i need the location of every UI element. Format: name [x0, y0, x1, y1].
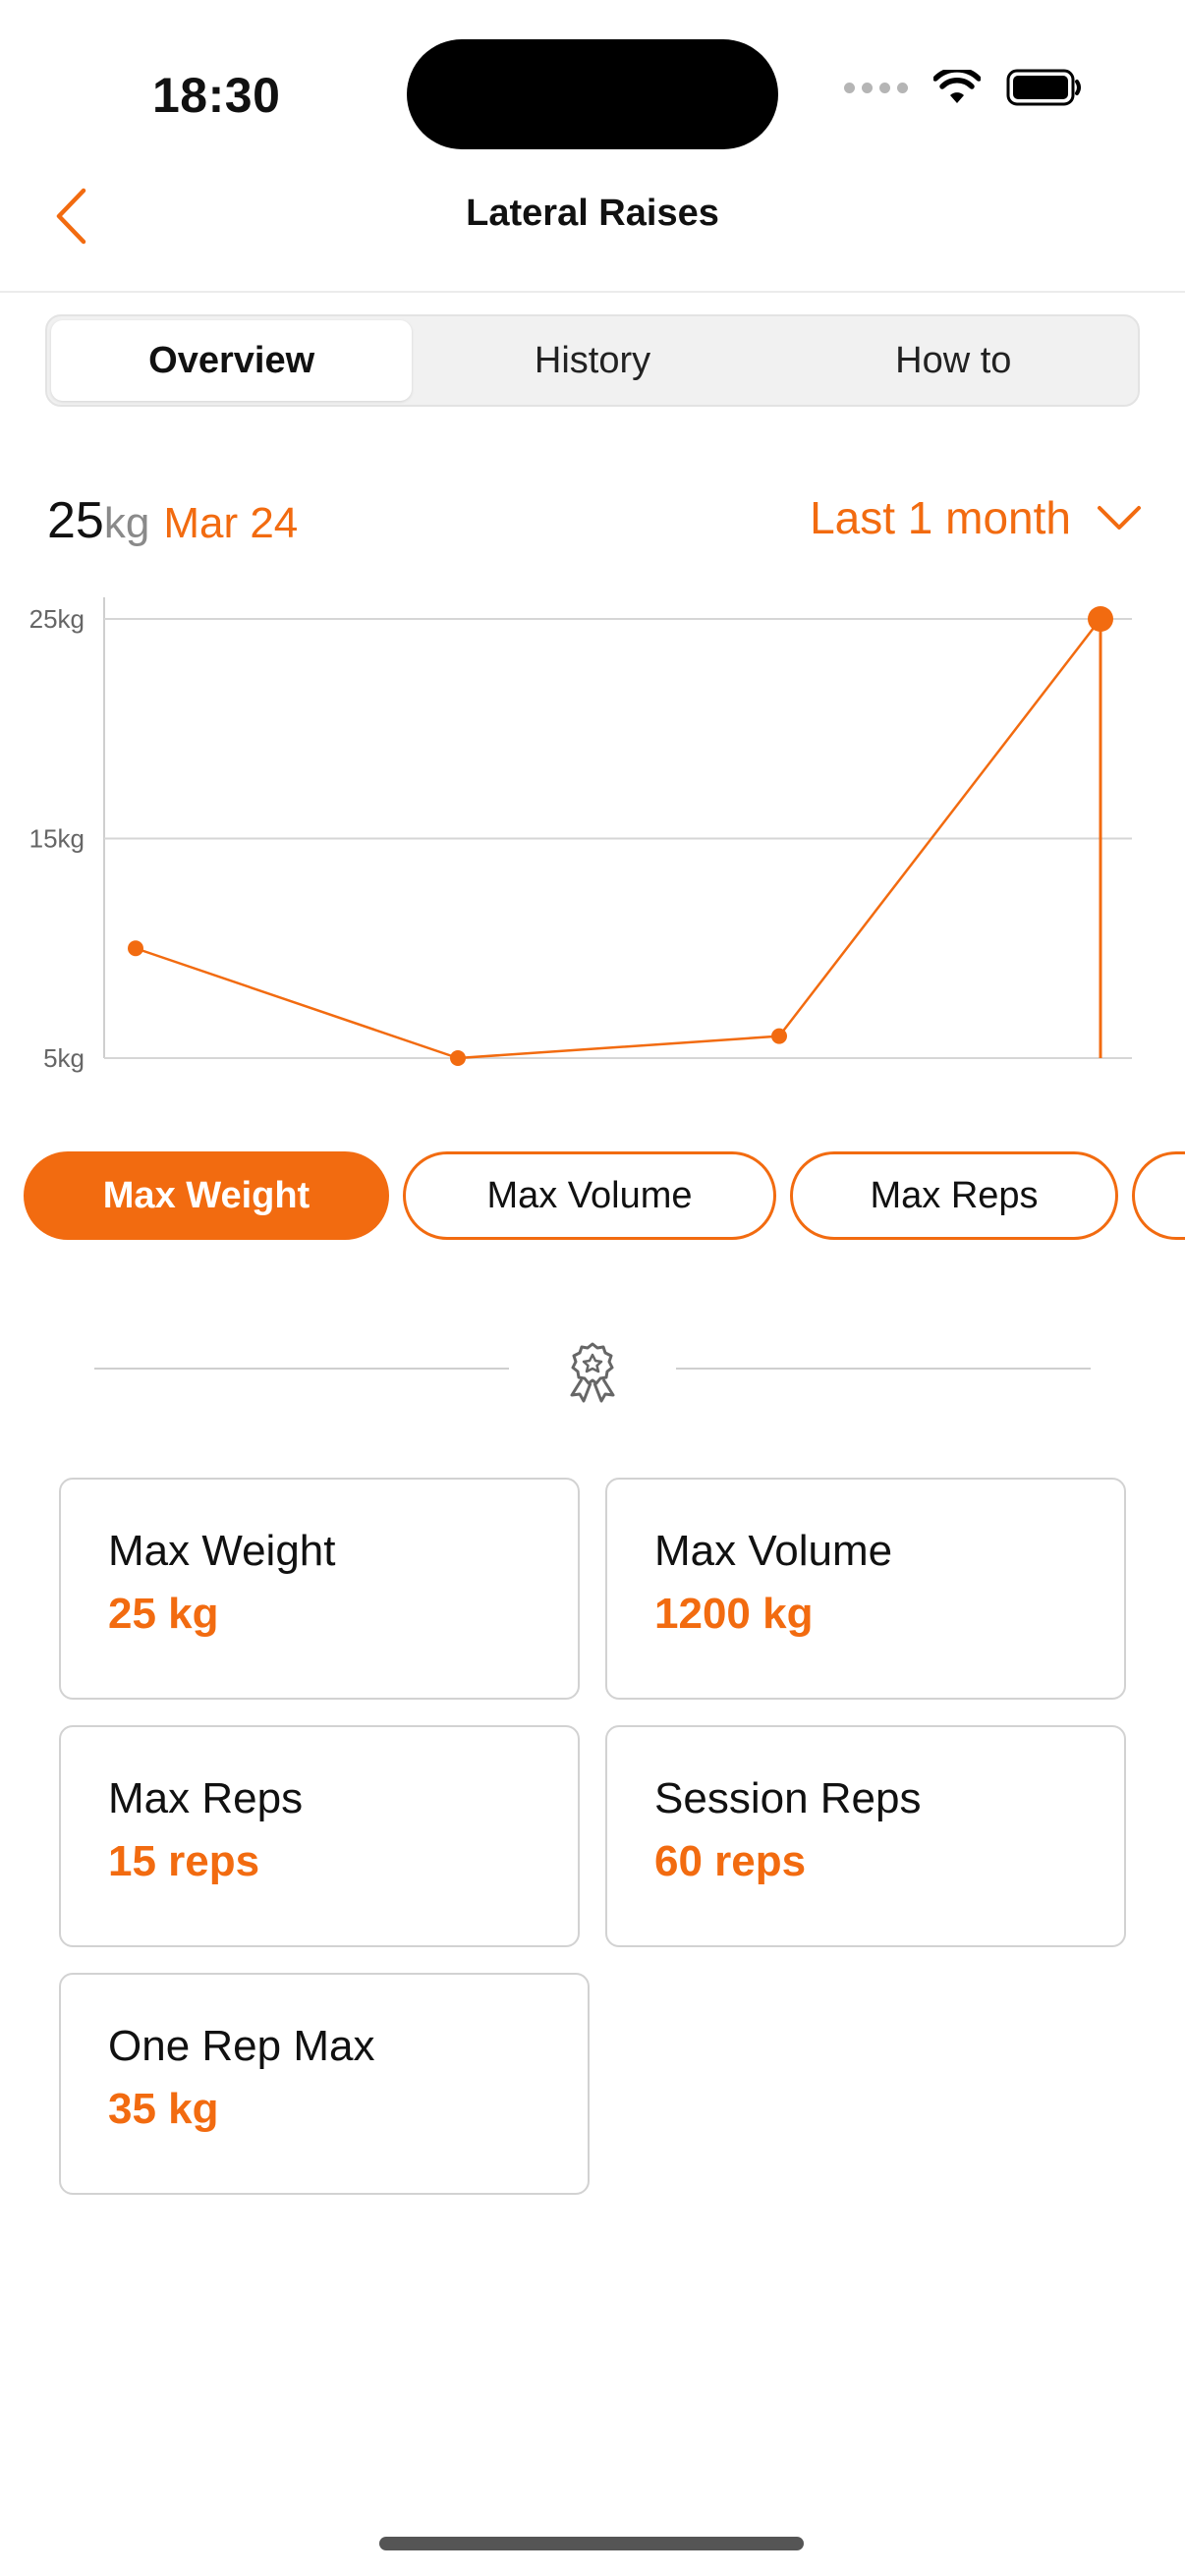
- stat-label: Session Reps: [654, 1774, 922, 1822]
- stat-value: 1200 kg: [654, 1590, 814, 1638]
- stat-value: 15 reps: [108, 1837, 260, 1885]
- chip-max-volume[interactable]: Max Volume: [403, 1151, 776, 1240]
- stat-value: 35 kg: [108, 2085, 219, 2133]
- range-dropdown[interactable]: Last 1 month: [810, 491, 1142, 544]
- data-point-selected: [1088, 606, 1113, 632]
- award-ribbon-icon: [570, 1342, 615, 1403]
- stat-card-one-rep-max: One Rep Max 35 kg: [59, 1973, 590, 2195]
- tab-overview[interactable]: Overview: [51, 320, 413, 401]
- divider-left: [94, 1368, 509, 1370]
- divider-right: [676, 1368, 1091, 1370]
- summary-value: 25: [47, 492, 104, 549]
- stat-value: 60 reps: [654, 1837, 807, 1885]
- stat-label: Max Weight: [108, 1527, 336, 1575]
- chevron-down-icon: [1098, 506, 1141, 530]
- home-indicator: [379, 2537, 804, 2550]
- tab-history[interactable]: History: [412, 320, 772, 401]
- y-tick-label: 5kg: [43, 1043, 85, 1073]
- navigation-bar: Lateral Raises: [0, 167, 1185, 293]
- stat-card-max-weight: Max Weight 25 kg: [59, 1478, 580, 1700]
- range-label: Last 1 month: [810, 492, 1071, 543]
- stat-card-max-reps: Max Reps 15 reps: [59, 1725, 580, 1947]
- data-point: [450, 1050, 466, 1066]
- stat-card-session-reps: Session Reps 60 reps: [605, 1725, 1126, 1947]
- stat-value: 25 kg: [108, 1590, 219, 1638]
- metric-chips: Max Weight Max Volume Max Reps: [24, 1151, 1185, 1240]
- wifi-icon: [933, 70, 981, 103]
- stat-label: Max Reps: [108, 1774, 304, 1822]
- status-icons: [844, 69, 1083, 106]
- selected-point-summary: 25 kg Mar 24: [47, 491, 298, 550]
- summary-date: Mar 24: [163, 499, 299, 547]
- battery-icon: [1006, 69, 1081, 106]
- data-point: [128, 940, 143, 957]
- data-point: [771, 1028, 787, 1044]
- cellular-signal-icon: [844, 82, 908, 93]
- stat-label: Max Volume: [654, 1527, 893, 1575]
- page-title: Lateral Raises: [466, 193, 719, 234]
- y-tick-label: 25kg: [29, 604, 85, 634]
- chip-more[interactable]: [1132, 1151, 1185, 1240]
- chip-max-weight[interactable]: Max Weight: [24, 1151, 389, 1240]
- weight-line-chart: 25kg 15kg 5kg: [29, 597, 1132, 1073]
- chip-max-reps[interactable]: Max Reps: [790, 1151, 1118, 1240]
- summary-unit: kg: [103, 499, 150, 547]
- stat-card-max-volume: Max Volume 1200 kg: [605, 1478, 1126, 1700]
- segmented-tabs: Overview History How to: [45, 314, 1140, 407]
- status-time: 18:30: [152, 68, 281, 123]
- y-tick-label: 15kg: [29, 824, 85, 854]
- stat-label: One Rep Max: [108, 2022, 375, 2070]
- tab-how-to[interactable]: How to: [773, 320, 1134, 401]
- dynamic-island: [407, 39, 778, 149]
